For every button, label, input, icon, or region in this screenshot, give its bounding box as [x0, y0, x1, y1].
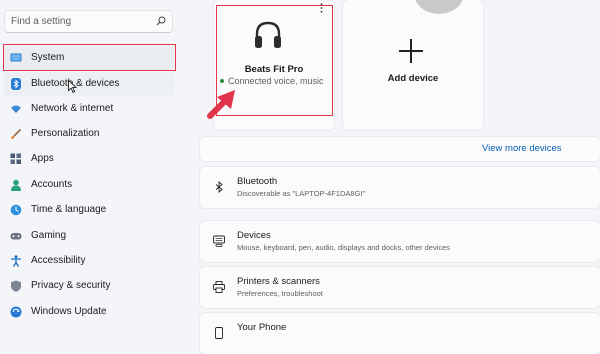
sidebar-item-label: Time & language [31, 204, 107, 215]
sidebar-item-accessibility[interactable]: Accessibility [4, 249, 174, 273]
sidebar-item-label: System [31, 52, 65, 63]
account-icon [11, 179, 21, 191]
connected-status-dot [220, 79, 224, 83]
row-title: Your Phone [237, 322, 287, 333]
row-subtitle: Mouse, keyboard, pen, audio, displays an… [237, 243, 451, 252]
sidebar-item-personalization[interactable]: Personalization [4, 122, 174, 146]
system-icon [10, 53, 22, 62]
update-icon [10, 306, 22, 318]
sidebar-item-label: Gaming [31, 230, 67, 241]
plus-icon [399, 39, 423, 63]
settings-row-devices[interactable]: Devices Mouse, keyboard, pen, audio, dis… [200, 221, 600, 262]
more-options-icon[interactable] [320, 3, 323, 13]
sidebar-item-label: Accessibility [31, 255, 86, 266]
headphones-icon [255, 21, 281, 48]
sidebar-item-system[interactable]: System [4, 46, 174, 70]
sidebar-item-label: Network & internet [31, 103, 114, 114]
sidebar-item-apps[interactable]: Apps [4, 147, 174, 171]
bluetooth-icon [11, 78, 21, 90]
add-device-card[interactable] [343, 0, 483, 130]
accessibility-icon [11, 255, 21, 267]
search-placeholder: Find a setting [11, 16, 72, 27]
add-device-label: Add device [387, 73, 439, 84]
search-input[interactable]: Find a setting [4, 10, 173, 33]
mouse-cursor-icon [68, 80, 77, 93]
apps-icon [10, 153, 21, 164]
phone-icon [215, 327, 223, 339]
red-arrow-annotation [207, 90, 235, 119]
view-more-devices-link[interactable]: View more devices [482, 143, 562, 154]
sidebar-item-bluetooth-devices[interactable]: Bluetooth & devices [4, 72, 174, 96]
row-title: Devices [237, 230, 271, 241]
sidebar-item-gaming[interactable]: Gaming [4, 224, 174, 248]
sidebar-item-label: Apps [31, 153, 54, 164]
globe-clock-icon [10, 204, 22, 216]
sidebar-item-network[interactable]: Network & internet [4, 97, 174, 121]
row-subtitle: Discoverable as "LAPTOP-4F1DA8GI" [237, 189, 366, 198]
wifi-icon [11, 105, 21, 113]
sidebar-item-windows-update[interactable]: Windows Update [4, 300, 174, 324]
sidebar-item-time-language[interactable]: Time & language [4, 198, 174, 222]
sidebar-item-label: Accounts [31, 179, 73, 190]
search-icon[interactable] [156, 16, 166, 26]
bluetooth-icon [215, 181, 223, 193]
row-title: Printers & scanners [237, 276, 320, 287]
view-more-row: View more devices [200, 137, 600, 161]
printer-icon [213, 281, 225, 293]
sidebar-item-label: Windows Update [31, 306, 107, 317]
sidebar-item-privacy-security[interactable]: Privacy & security [4, 274, 174, 298]
sidebar-item-label: Privacy & security [31, 280, 111, 291]
settings-row-printers-scanners[interactable]: Printers & scanners Preferences, trouble… [200, 267, 600, 308]
settings-row-your-phone[interactable]: Your Phone [200, 313, 600, 354]
navigation-sidebar: Find a setting System Bluetooth & device… [0, 0, 190, 337]
sidebar-item-label: Personalization [31, 128, 100, 139]
device-name: Beats Fit Pro [244, 64, 304, 75]
row-subtitle: Preferences, troubleshoot [237, 289, 323, 298]
brush-icon [11, 128, 22, 139]
settings-row-bluetooth[interactable]: Bluetooth Discoverable as "LAPTOP-4F1DA8… [200, 167, 600, 208]
device-status: Connected voice, music [228, 76, 324, 86]
gamepad-icon [10, 233, 22, 240]
sidebar-item-accounts[interactable]: Accounts [4, 173, 174, 197]
row-title: Bluetooth [237, 176, 278, 187]
devices-icon [213, 235, 225, 247]
shield-icon [11, 280, 21, 292]
